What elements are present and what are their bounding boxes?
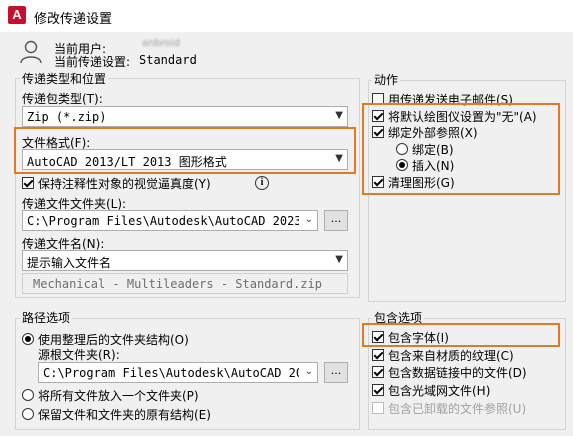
transmit-filename-select[interactable]: 提示输入文件名 ▼ (22, 250, 348, 271)
actions-group-title: 动作 (372, 71, 401, 88)
include-fonts-checkbox[interactable] (372, 331, 384, 343)
transmit-folder-input[interactable]: C:\Program Files\Autodesk\AutoCAD 2023\S… (22, 210, 318, 231)
include-datalinks-label: 包含数据链接中的文件(D) (388, 366, 527, 380)
send-email-checkbox[interactable] (372, 93, 384, 105)
chevron-down-icon: ▼ (335, 153, 343, 164)
package-group-title: 传递类型和位置 (20, 70, 109, 87)
title-bar[interactable]: A 修改传递设置 (0, 0, 573, 32)
chevron-down-icon: ▼ (335, 254, 343, 265)
window-title: 修改传递设置 (34, 12, 113, 27)
browse-source-button[interactable]: ... (324, 362, 348, 383)
single-folder-label: 将所有文件放入一个文件夹(P) (38, 389, 199, 403)
include-unloaded-checkbox[interactable] (372, 402, 384, 414)
include-photometric-label: 包含光域网文件(H) (388, 384, 491, 398)
user-icon (20, 40, 42, 64)
package-type-select[interactable]: Zip (*.zip) ▼ (22, 106, 348, 127)
source-root-label: 源根文件夹(R): (38, 348, 120, 362)
default-plotter-label: 将默认绘图仪设置为"无"(A) (388, 110, 537, 124)
default-plotter-checkbox[interactable] (372, 110, 384, 122)
include-textures-label: 包含来自材质的纹理(C) (388, 349, 514, 363)
keep-structure-label: 保留文件和文件夹的原有结构(E) (38, 408, 211, 422)
insert-label: 插入(N) (412, 159, 455, 173)
browse-folder-button[interactable]: ... (324, 210, 348, 231)
bind-xref-checkbox[interactable] (372, 126, 384, 138)
include-textures-checkbox[interactable] (372, 349, 384, 361)
annotative-fidelity-checkbox[interactable] (22, 177, 34, 189)
info-icon[interactable]: i (255, 176, 269, 190)
include-photometric-checkbox[interactable] (372, 384, 384, 396)
path-group-title: 路径选项 (20, 309, 73, 326)
bind-label: 绑定(B) (412, 143, 454, 157)
send-email-label: 用传递发送电子邮件(S) (388, 93, 513, 107)
include-unloaded-label: 包含已卸载的文件参照(U) (388, 402, 527, 416)
current-setup-value: Standard (139, 53, 197, 67)
chevron-down-icon: ⌄ (304, 366, 313, 377)
keep-structure-radio[interactable] (22, 408, 34, 420)
chevron-down-icon: ⌄ (304, 214, 313, 225)
bind-xref-label: 绑定外部参照(X) (388, 126, 478, 140)
include-datalinks-checkbox[interactable] (372, 366, 384, 378)
source-root-input[interactable]: C:\Program Files\Autodesk\AutoCAD 2023\S… (38, 362, 318, 383)
purge-drawings-checkbox[interactable] (372, 176, 384, 188)
current-user-value: anbroid (142, 38, 180, 49)
bind-radio[interactable] (396, 143, 408, 155)
annotative-fidelity-label: 保持注释性对象的视觉逼真度(Y) (38, 177, 211, 191)
chevron-down-icon: ▼ (335, 110, 343, 121)
insert-radio[interactable] (396, 159, 408, 171)
filename-preview: Mechanical - Multileaders - Standard.zip (22, 273, 348, 294)
autocad-logo-icon: A (8, 6, 26, 24)
single-folder-radio[interactable] (22, 389, 34, 401)
include-group-title: 包含选项 (372, 309, 425, 326)
current-setup-label: 当前传递设置: (54, 55, 131, 69)
organized-structure-radio[interactable] (22, 333, 34, 345)
include-fonts-label: 包含字体(I) (388, 331, 449, 345)
purge-drawings-label: 清理图形(G) (388, 176, 455, 190)
file-format-select[interactable]: AutoCAD 2013/LT 2013 图形格式 ▼ (22, 149, 348, 170)
package-type-label: 传递包类型(T): (22, 92, 103, 106)
